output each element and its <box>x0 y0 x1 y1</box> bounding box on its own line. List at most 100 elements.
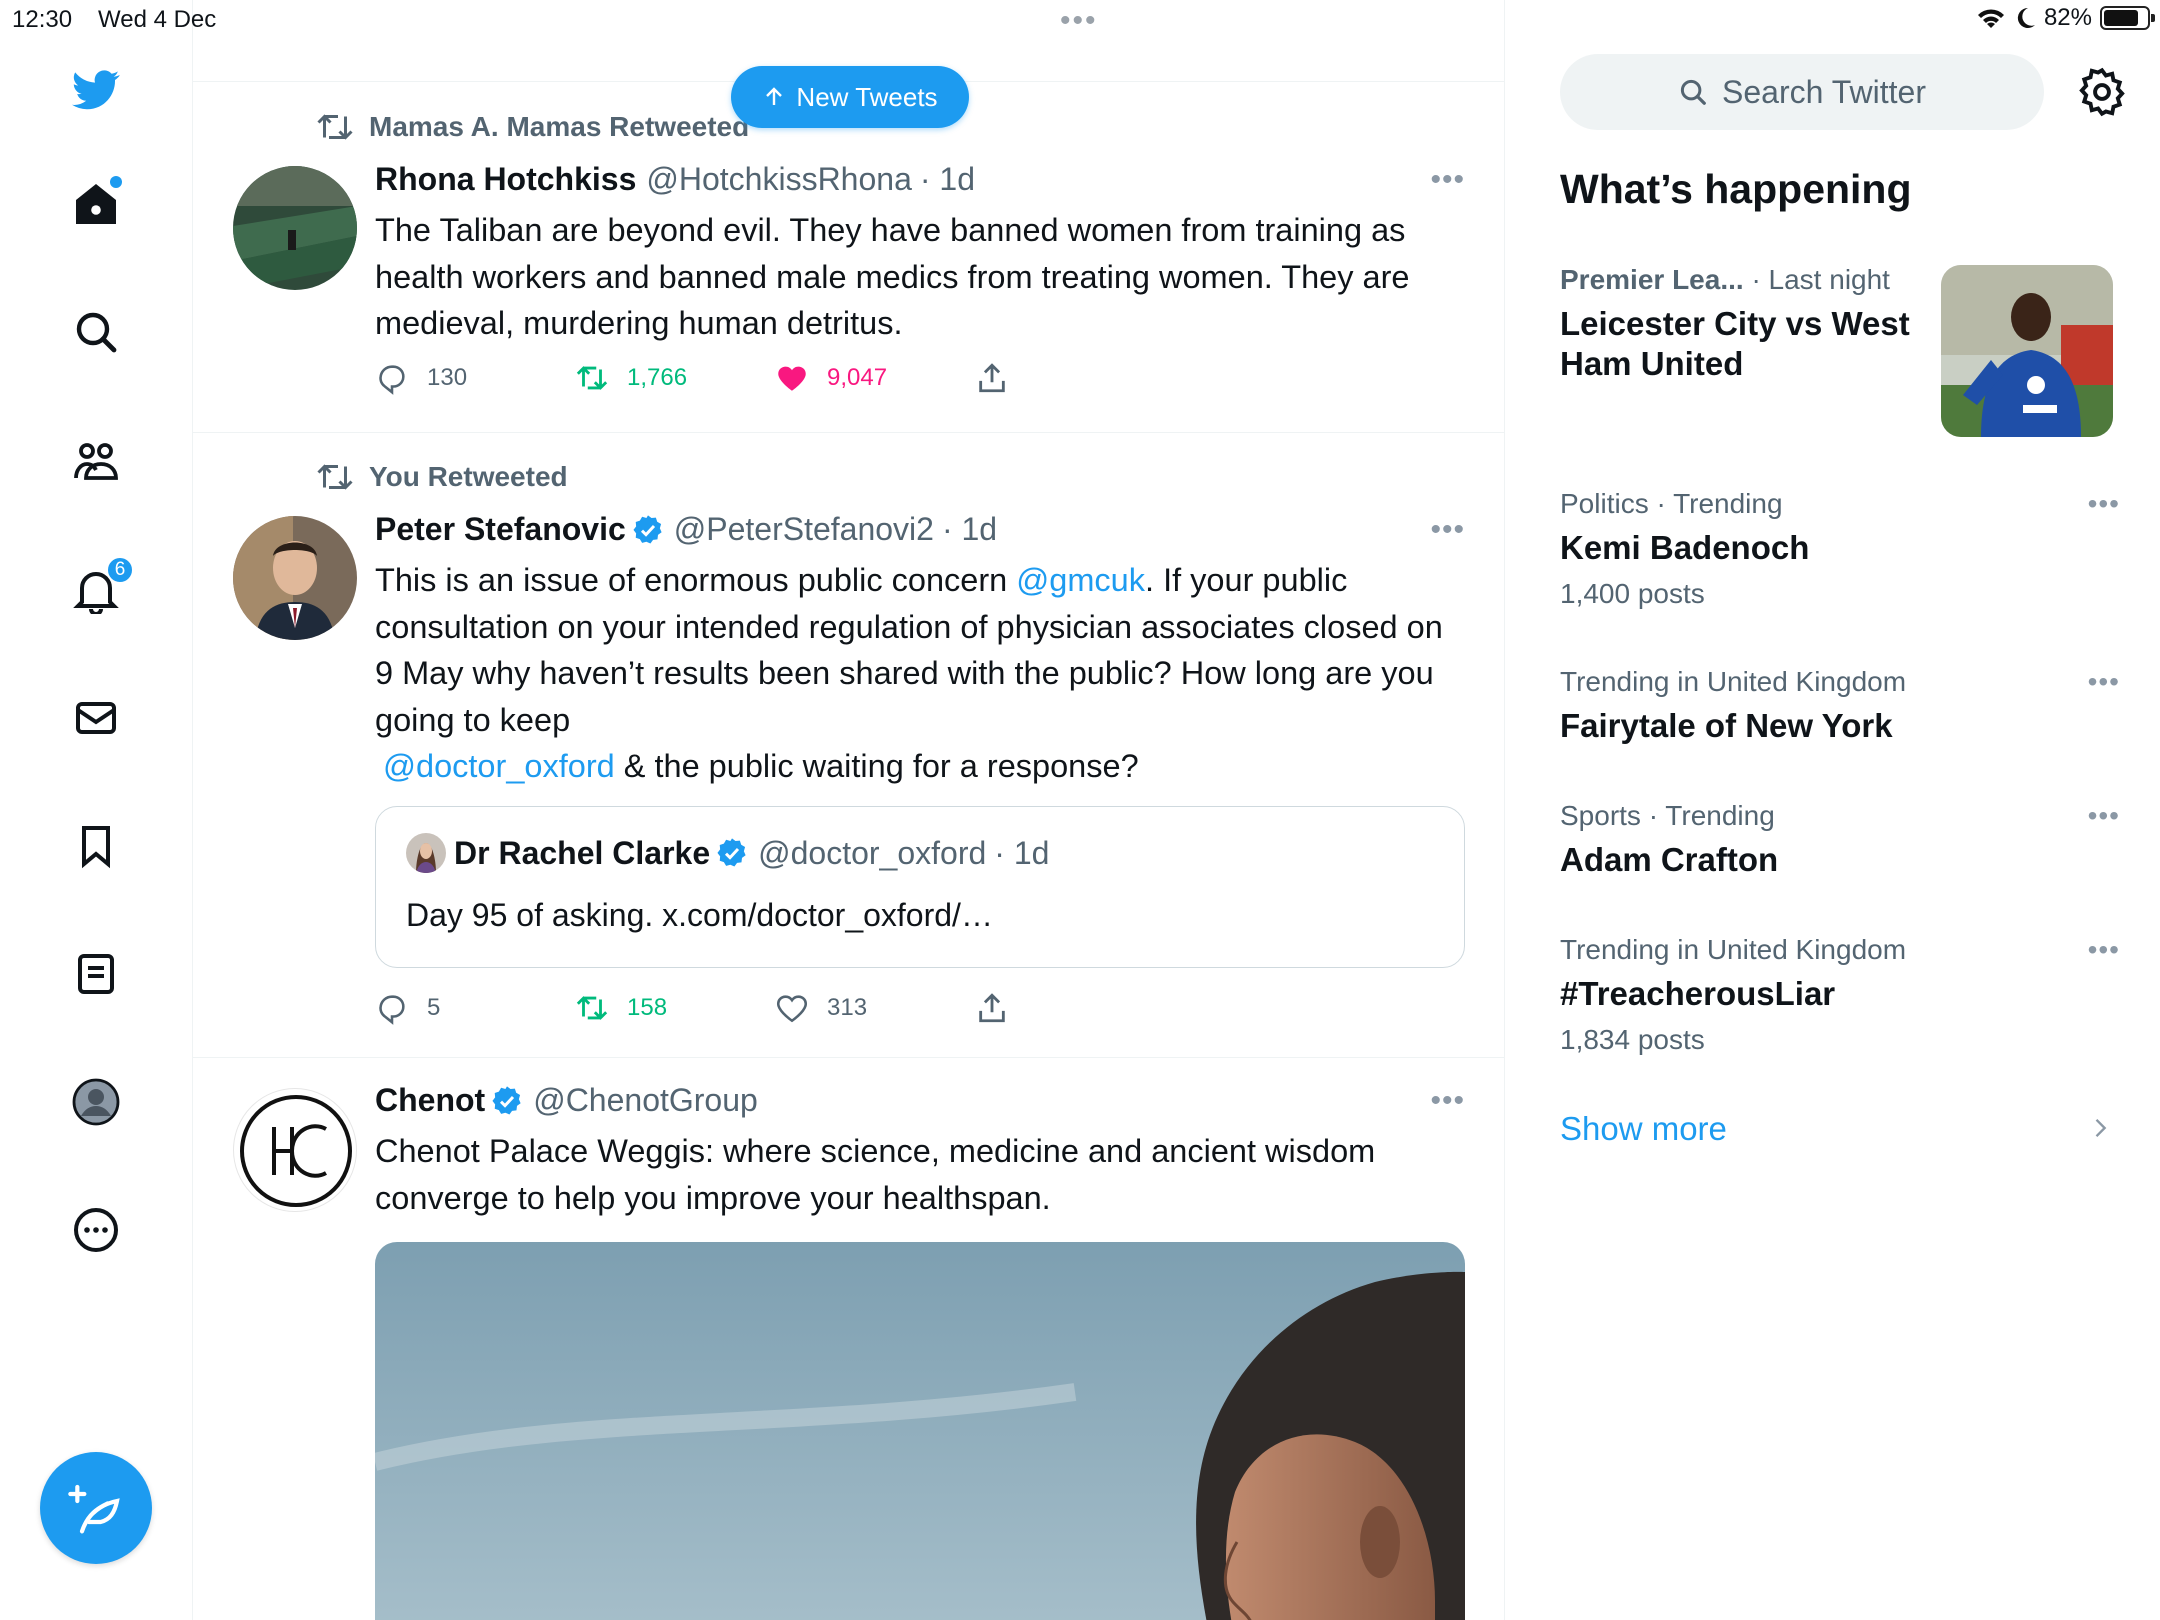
reply-count: 130 <box>427 364 468 391</box>
reply-button[interactable]: 130 <box>375 361 467 395</box>
trend-title: Leicester City vs West Ham United <box>1560 305 1910 382</box>
tweet-card[interactable]: Mamas A. Mamas Retweeted Rhona Hotchkiss… <box>193 83 1504 433</box>
more-options-icon[interactable] <box>66 1200 126 1260</box>
trend-item[interactable]: Sports · Trending Adam Crafton ••• <box>1560 800 2120 880</box>
trend-category: Trending in United Kingdom <box>1560 934 1907 965</box>
trend-more-icon[interactable]: ••• <box>2088 800 2120 832</box>
multitasking-dots-icon[interactable]: ••• <box>1060 4 1098 38</box>
battery-icon <box>2100 6 2155 30</box>
search-icon[interactable] <box>66 302 126 362</box>
retweet-icon <box>317 464 353 490</box>
mention-link[interactable]: @gmcuk <box>1016 562 1145 598</box>
author-handle[interactable]: @HotchkissRhona <box>646 161 911 198</box>
tweet-time: · 1d <box>941 511 998 547</box>
trend-more-icon[interactable]: ••• <box>2088 488 2120 520</box>
quoted-author-name: Dr Rachel Clarke <box>454 834 711 871</box>
author-handle[interactable]: @PeterStefanovi2 <box>674 511 934 548</box>
share-icon <box>979 363 1005 393</box>
notifications-badge: 6 <box>106 556 134 584</box>
retweet-button[interactable]: 158 <box>575 991 667 1025</box>
author-name[interactable]: Peter Stefanovic <box>375 511 626 548</box>
tweet-more-icon[interactable]: ••• <box>1430 163 1465 197</box>
avatar[interactable] <box>233 516 357 640</box>
compose-tweet-button[interactable] <box>40 1452 152 1564</box>
tweet-more-icon[interactable]: ••• <box>1430 513 1465 547</box>
right-panel: Search Twitter What’s happening Premier … <box>1506 0 2160 1620</box>
tweet-card[interactable]: You Retweeted Peter Stefanovic @PeterSte… <box>193 433 1504 1058</box>
status-time: 12:30 <box>12 6 73 33</box>
reply-button[interactable]: 5 <box>375 991 440 1025</box>
quoted-tweet-header: Dr Rachel Clarke @doctor_oxford · 1d <box>406 833 1049 873</box>
wifi-icon <box>1977 9 2004 28</box>
twitter-logo-icon[interactable] <box>66 60 126 120</box>
notifications-icon[interactable]: 6 <box>66 556 134 620</box>
quoted-avatar <box>406 833 446 873</box>
mention-link[interactable]: @doctor_oxford <box>383 748 615 784</box>
chevron-right-icon[interactable] <box>2086 1114 2114 1142</box>
like-button[interactable]: 9,047 <box>775 361 887 395</box>
lists-icon[interactable] <box>66 944 126 1004</box>
trend-category: Trending in United Kingdom <box>1560 666 1907 697</box>
tweet-header: Rhona Hotchkiss @HotchkissRhona · 1d <box>375 161 975 198</box>
share-button[interactable] <box>975 991 1009 1025</box>
retweeted-by-label: Mamas A. Mamas Retweeted <box>369 111 750 142</box>
communities-icon[interactable] <box>66 432 126 492</box>
retweet-icon <box>317 114 353 140</box>
verified-badge-icon <box>492 1085 521 1114</box>
retweet-icon <box>576 366 608 390</box>
quoted-tweet[interactable]: Dr Rachel Clarke @doctor_oxford · 1d Day… <box>375 806 1465 968</box>
tweet-text-part: This is an issue of enormous public conc… <box>375 562 1017 598</box>
new-tweets-pill[interactable]: New Tweets <box>731 66 969 128</box>
trend-title: Kemi Badenoch <box>1560 529 1810 566</box>
trend-item[interactable]: Trending in United Kingdom Fairytale of … <box>1560 666 2120 746</box>
trend-count: 1,400 posts <box>1560 578 1705 609</box>
avatar[interactable] <box>233 1088 357 1212</box>
trend-category: Sports · Trending <box>1560 800 1775 831</box>
trend-item[interactable]: Premier Lea... · Last night Leicester Ci… <box>1560 264 1940 384</box>
author-name[interactable]: Rhona Hotchkiss <box>375 161 636 198</box>
author-handle[interactable]: @ChenotGroup <box>533 1082 758 1119</box>
retweet-count: 1,766 <box>627 364 688 391</box>
profile-avatar-icon[interactable] <box>66 1072 126 1132</box>
like-count: 313 <box>827 994 868 1021</box>
trend-item[interactable]: Trending in United Kingdom #TreacherousL… <box>1560 934 2120 1056</box>
tweet-more-icon[interactable]: ••• <box>1430 1084 1465 1118</box>
verified-badge-icon <box>633 514 662 543</box>
settings-gear-icon[interactable] <box>2076 66 2128 118</box>
tweet-actions: 5 158 313 <box>375 991 1015 1031</box>
avatar[interactable] <box>233 166 357 290</box>
screen: 12:30 Wed 4 Dec ••• 82% 6 New Tweets Mam… <box>0 0 2160 1620</box>
show-more-link[interactable]: Show more <box>1560 1110 1727 1148</box>
tweet-media-image[interactable] <box>375 1242 1465 1620</box>
search-input[interactable]: Search Twitter <box>1560 54 2044 130</box>
tweet-text: The Taliban are beyond evil. They have b… <box>375 212 1410 341</box>
trend-more-icon[interactable]: ••• <box>2088 934 2120 966</box>
quoted-tweet-time: · 1d <box>994 834 1050 871</box>
author-name[interactable]: Chenot <box>375 1082 485 1119</box>
trend-thumbnail-image[interactable] <box>1941 265 2113 437</box>
trend-item[interactable]: Politics · Trending Kemi Badenoch 1,400 … <box>1560 488 2120 610</box>
compose-feather-icon <box>68 1484 120 1534</box>
bookmarks-icon[interactable] <box>66 816 126 876</box>
tweet-actions: 130 1,766 9,047 <box>375 361 1015 401</box>
heart-outline-icon <box>776 995 808 1023</box>
home-icon[interactable] <box>66 174 126 234</box>
tweet-text: This is an issue of enormous public conc… <box>375 557 1455 790</box>
status-bar: 12:30 Wed 4 Dec ••• 82% <box>0 0 2160 40</box>
sidebar: 6 <box>0 0 193 1620</box>
tweet-header: Chenot @ChenotGroup <box>375 1082 758 1119</box>
messages-icon[interactable] <box>66 688 126 748</box>
tweet-header: Peter Stefanovic @PeterStefanovi2 · 1d <box>375 511 997 548</box>
share-icon <box>979 993 1005 1023</box>
retweet-button[interactable]: 1,766 <box>575 361 687 395</box>
battery-percent: 82% <box>2043 4 2092 31</box>
timeline: New Tweets Mamas A. Mamas Retweeted Rhon… <box>193 0 1505 1620</box>
whats-happening-title: What’s happening <box>1560 166 1912 212</box>
like-button[interactable]: 313 <box>775 991 867 1025</box>
search-icon <box>1680 79 1706 105</box>
trend-more-icon[interactable]: ••• <box>2088 666 2120 698</box>
tweet-card[interactable]: Chenot @ChenotGroup ••• Chenot Palace We… <box>193 1058 1504 1620</box>
share-button[interactable] <box>975 361 1009 395</box>
trend-meta: Premier Lea... · Last night <box>1560 264 1940 296</box>
trend-category: Politics · Trending <box>1560 488 1783 519</box>
